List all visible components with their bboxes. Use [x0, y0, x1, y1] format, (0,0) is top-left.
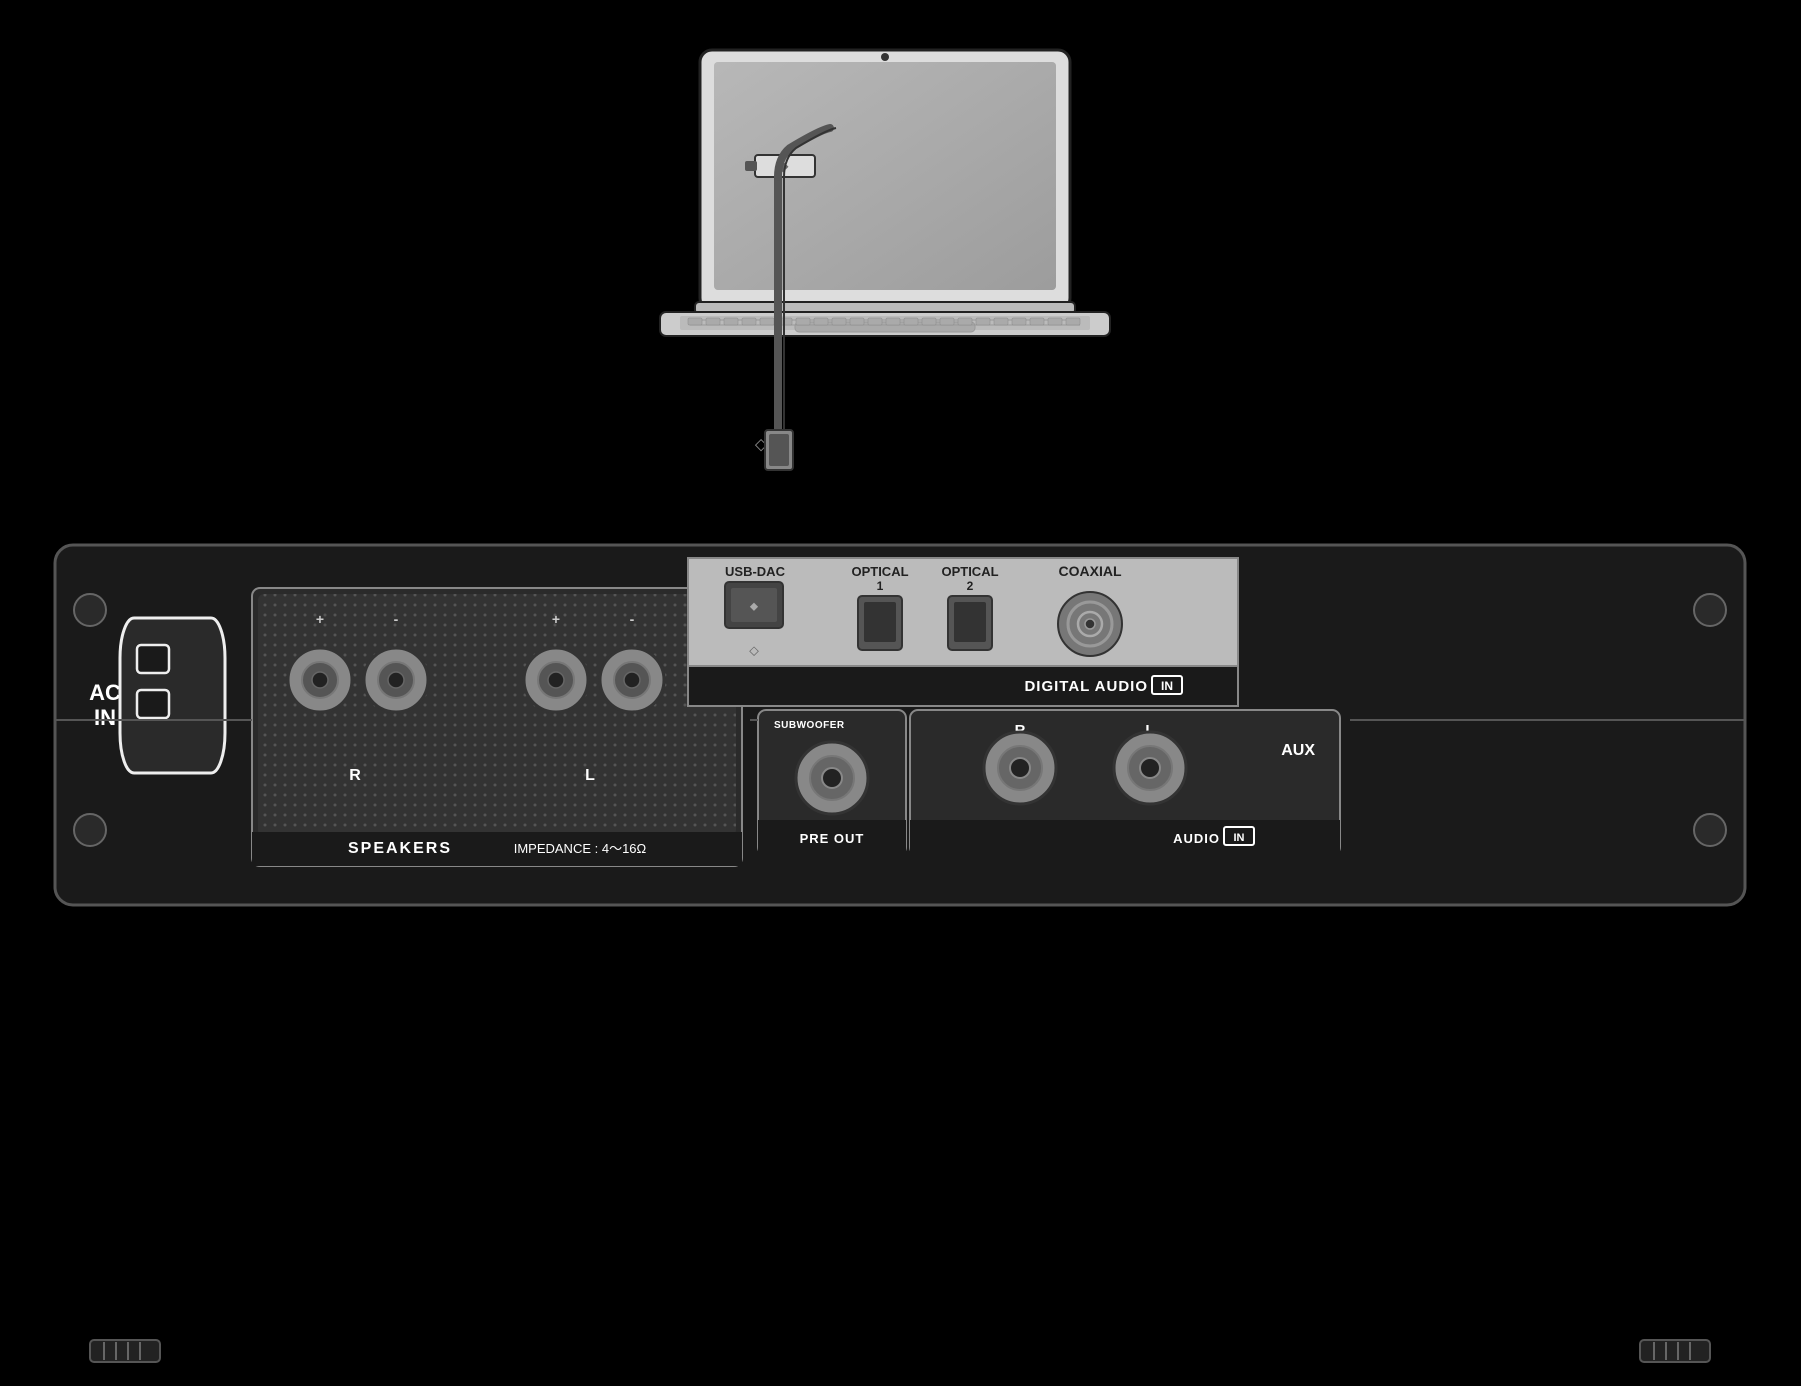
- svg-text:+: +: [552, 611, 560, 627]
- svg-text:⬥: ⬥: [777, 158, 789, 175]
- svg-text:IMPEDANCE : 4～16Ω: IMPEDANCE : 4～16Ω: [514, 841, 647, 856]
- svg-text:R: R: [349, 767, 361, 784]
- svg-text:OPTICAL: OPTICAL: [851, 564, 908, 579]
- svg-text:AC: AC: [89, 680, 121, 705]
- svg-text:⬦: ⬦: [755, 434, 768, 454]
- svg-text:-: -: [630, 611, 635, 627]
- svg-text:USB-DAC: USB-DAC: [725, 564, 786, 579]
- svg-text:AUX: AUX: [1281, 742, 1315, 759]
- svg-text:⬥: ⬥: [750, 599, 759, 613]
- svg-text:L: L: [585, 767, 595, 784]
- svg-text:IN: IN: [1161, 679, 1173, 693]
- svg-text:+: +: [316, 611, 324, 627]
- svg-text:-: -: [394, 611, 399, 627]
- svg-text:SPEAKERS: SPEAKERS: [348, 840, 452, 857]
- svg-text:DIGITAL AUDIO: DIGITAL AUDIO: [1024, 678, 1148, 695]
- svg-text:R: R: [1015, 722, 1026, 739]
- svg-text:COAXIAL: COAXIAL: [1059, 563, 1122, 579]
- svg-text:IN: IN: [94, 705, 116, 730]
- svg-text:L: L: [1145, 722, 1154, 739]
- svg-text:1: 1: [877, 579, 884, 593]
- svg-text:2: 2: [967, 579, 974, 593]
- diagram-svg: ⬥ ⬦ AC IN: [0, 0, 1801, 1386]
- svg-text:IN: IN: [1234, 832, 1245, 844]
- diagram-container: ⬥ ⬦ AC IN: [0, 0, 1801, 1386]
- laptop-illustration: [660, 50, 1110, 336]
- svg-text:⬦: ⬦: [749, 642, 759, 658]
- svg-text:AUDIO: AUDIO: [1173, 831, 1220, 846]
- usb-plug-laptop: ⬥: [745, 155, 815, 177]
- usb-plug-amplifier: ⬦: [755, 430, 793, 470]
- svg-text:SUBWOOFER: SUBWOOFER: [774, 720, 845, 731]
- svg-text:OPTICAL: OPTICAL: [941, 564, 998, 579]
- svg-text:PRE OUT: PRE OUT: [800, 831, 865, 846]
